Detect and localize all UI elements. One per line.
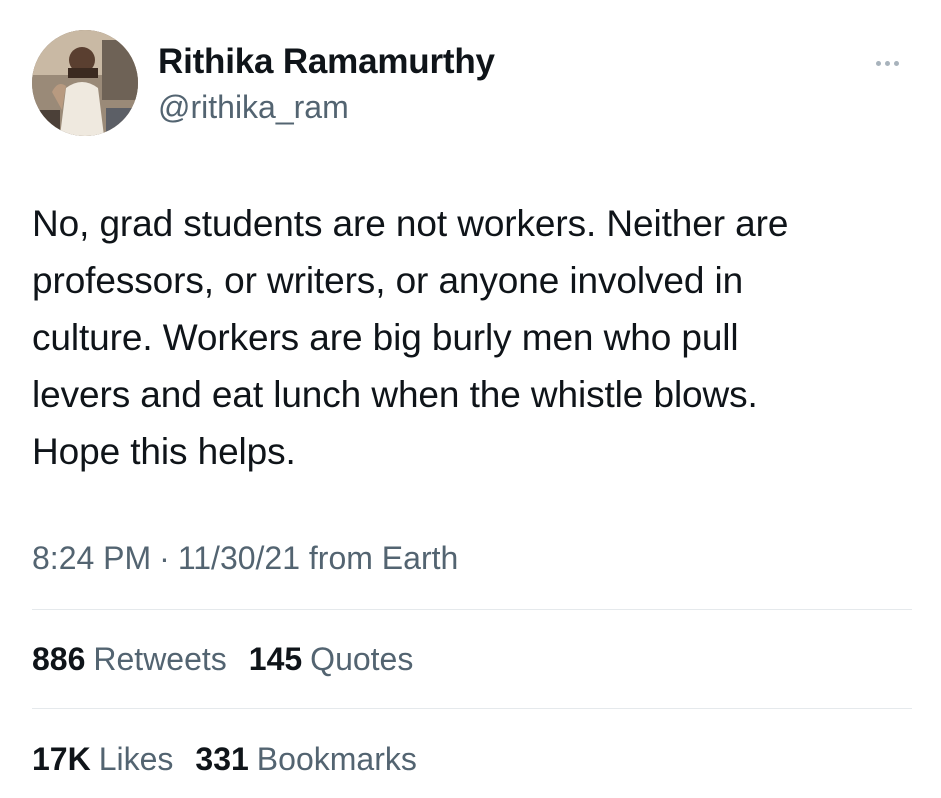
retweets-stat[interactable]: 886 Retweets — [32, 639, 227, 679]
tweet-date[interactable]: 11/30/21 — [178, 540, 300, 576]
engagement-row: 886 Retweets 145 Quotes — [32, 639, 413, 679]
tweet-card: Rithika Ramamurthy @rithika_ram No, grad… — [0, 0, 941, 798]
tweet-metadata: 8:24 PM · 11/30/21 from Earth — [32, 538, 458, 578]
meta-separator: · — [159, 540, 170, 576]
likes-count: 17K — [32, 741, 91, 777]
tweet-source: from Earth — [308, 540, 459, 576]
bookmarks-label: Bookmarks — [256, 741, 417, 777]
engagement-row: 17K Likes 331 Bookmarks — [32, 739, 417, 779]
retweets-label: Retweets — [93, 641, 227, 677]
quotes-label: Quotes — [310, 641, 414, 677]
tweet-text: No, grad students are not workers. Neith… — [32, 203, 789, 472]
quotes-count: 145 — [248, 641, 303, 677]
likes-stat[interactable]: 17K Likes — [32, 739, 173, 779]
ellipsis-icon — [884, 60, 890, 66]
ellipsis-icon — [893, 60, 899, 66]
divider — [32, 609, 912, 610]
retweets-count: 886 — [32, 641, 86, 677]
ellipsis-icon — [875, 60, 881, 66]
quotes-stat[interactable]: 145 Quotes — [249, 639, 414, 679]
more-options-button[interactable] — [862, 46, 912, 80]
profile-photo-icon — [32, 30, 138, 136]
divider — [32, 708, 912, 709]
likes-label: Likes — [98, 741, 174, 777]
tweet-time[interactable]: 8:24 PM — [32, 540, 151, 576]
avatar[interactable] — [32, 30, 138, 136]
author-handle[interactable]: @rithika_ram — [158, 88, 349, 126]
bookmarks-count: 331 — [195, 741, 249, 777]
author-display-name[interactable]: Rithika Ramamurthy — [158, 42, 495, 82]
bookmarks-stat[interactable]: 331 Bookmarks — [195, 739, 416, 779]
